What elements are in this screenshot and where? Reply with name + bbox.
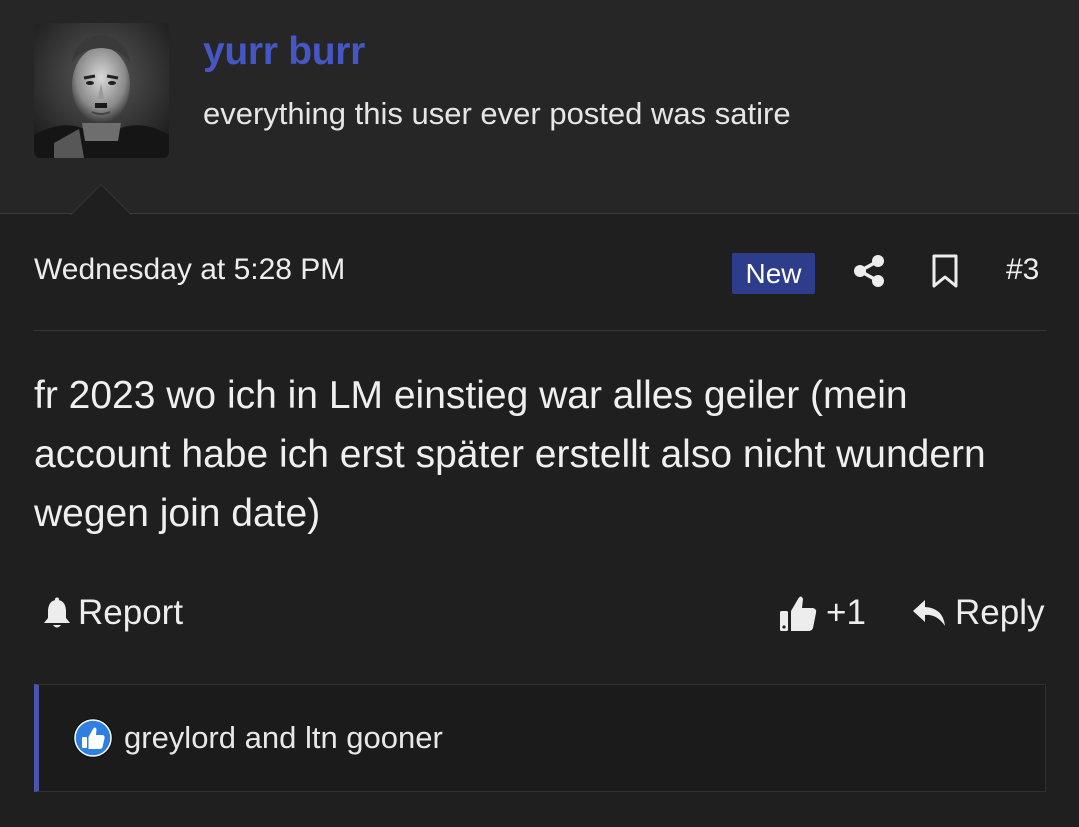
post-date[interactable]: Wednesday at 5:28 PM (34, 253, 345, 287)
user-title: everything this user ever posted was sat… (203, 96, 791, 131)
post-number-link[interactable]: #3 (1006, 253, 1039, 287)
user-header: yurr burr everything this user ever post… (0, 0, 1079, 215)
report-label: Report (78, 593, 184, 632)
reaction-users-link[interactable]: greylord and ltn gooner (124, 720, 443, 756)
header-caret (70, 184, 132, 215)
post-container: yurr burr everything this user ever post… (0, 0, 1079, 827)
thumbs-up-icon (780, 596, 817, 631)
like-button[interactable]: +1 (778, 592, 866, 634)
report-button[interactable]: Report (40, 592, 183, 634)
like-reaction-icon (73, 718, 113, 758)
reply-button[interactable]: Reply (911, 592, 1044, 634)
avatar-portrait-image (34, 23, 169, 158)
bell-icon (44, 597, 70, 628)
reply-label: Reply (955, 593, 1045, 632)
post-body-text: fr 2023 wo ich in LM einstieg war alles … (34, 374, 986, 535)
reactions-bar: greylord and ltn gooner (34, 684, 1046, 792)
new-badge: New (732, 253, 815, 294)
username-link[interactable]: yurr burr (203, 30, 365, 74)
bookmark-icon[interactable] (930, 254, 960, 288)
like-count: +1 (826, 593, 866, 632)
reply-arrow-icon (913, 600, 945, 626)
avatar[interactable] (34, 23, 169, 158)
share-icon[interactable] (852, 254, 886, 288)
meta-divider (34, 330, 1046, 331)
